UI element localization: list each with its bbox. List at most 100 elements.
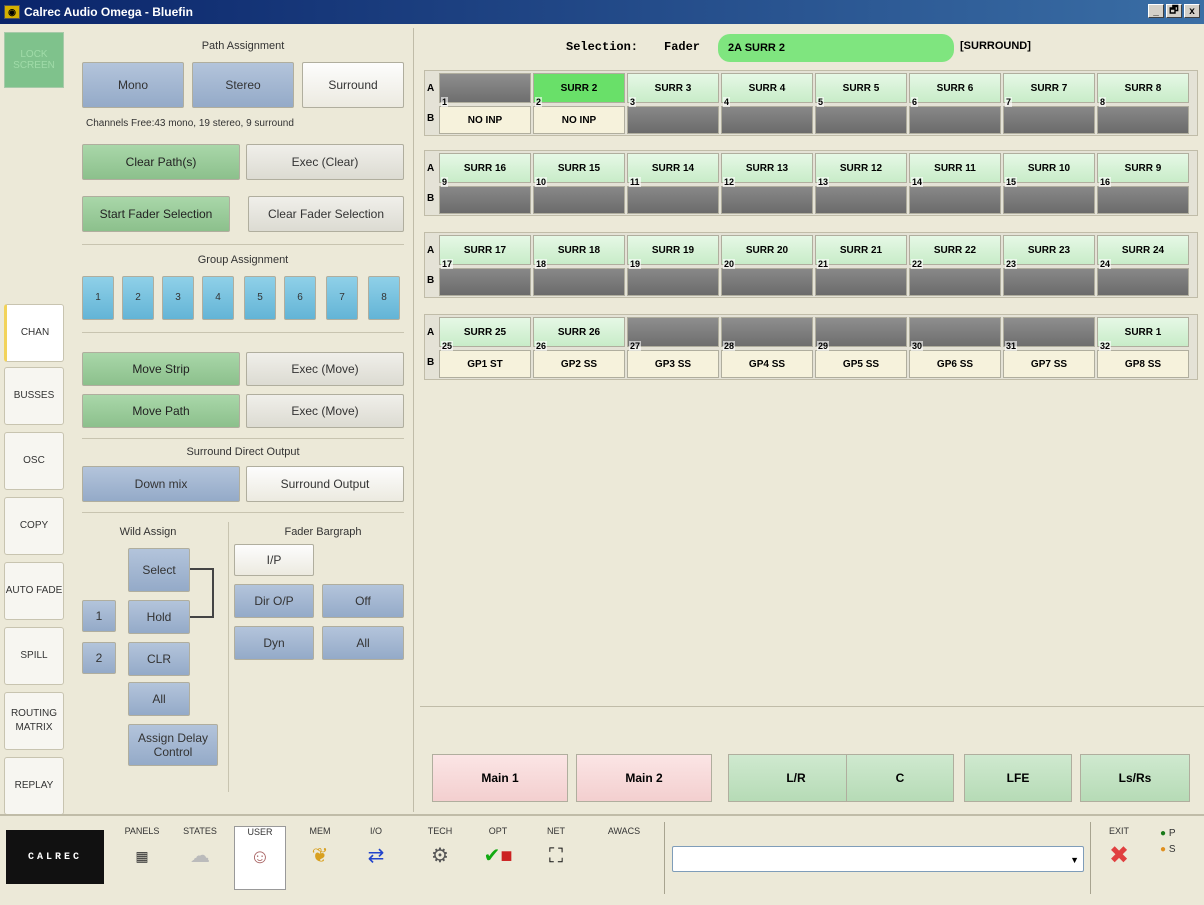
- group-8-button[interactable]: 8: [368, 276, 400, 320]
- group-5-button[interactable]: 5: [244, 276, 276, 320]
- fader-cell[interactable]: SURR 25 GP1 ST 25: [439, 317, 531, 379]
- lock-screen-button[interactable]: LOCK SCREEN: [4, 32, 64, 88]
- fader-cell[interactable]: SURR 20 20: [721, 235, 813, 297]
- fader-cell[interactable]: SURR 44: [721, 73, 813, 135]
- wild-select-button[interactable]: Select: [128, 548, 190, 592]
- fader-cell[interactable]: GP3 SS 27: [627, 317, 719, 379]
- fader-b-label[interactable]: [909, 268, 1001, 296]
- tab-replay[interactable]: REPLAY: [4, 757, 64, 815]
- fader-cell[interactable]: SURR 10 15: [1003, 153, 1095, 215]
- fader-a-label[interactable]: SURR 8: [1097, 73, 1189, 103]
- wild-clr-button[interactable]: CLR: [128, 642, 190, 676]
- clear-paths-button[interactable]: Clear Path(s): [82, 144, 240, 180]
- fader-b-label[interactable]: [721, 186, 813, 214]
- fader-b-label[interactable]: [533, 268, 625, 296]
- stereo-button[interactable]: Stereo: [192, 62, 294, 108]
- fader-cell[interactable]: SURR 21 21: [815, 235, 907, 297]
- fader-cell[interactable]: SURR 13 12: [721, 153, 813, 215]
- fader-cell[interactable]: SURR 14 11: [627, 153, 719, 215]
- wild-1-button[interactable]: 1: [82, 600, 116, 632]
- fader-b-label[interactable]: [815, 268, 907, 296]
- fader-b-label[interactable]: [439, 268, 531, 296]
- opt-button[interactable]: OPT ✔■: [472, 826, 524, 890]
- fader-b-label[interactable]: [1097, 268, 1189, 296]
- group-3-button[interactable]: 3: [162, 276, 194, 320]
- tab-spill[interactable]: SPILL: [4, 627, 64, 685]
- wild-2-button[interactable]: 2: [82, 642, 116, 674]
- fader-cell[interactable]: GP4 SS 28: [721, 317, 813, 379]
- fader-cell[interactable]: SURR 17 17: [439, 235, 531, 297]
- wild-all-button[interactable]: All: [128, 682, 190, 716]
- fader-cell[interactable]: SURR 22 22: [909, 235, 1001, 297]
- fader-a-label[interactable]: SURR 4: [721, 73, 813, 103]
- fader-cell[interactable]: SURR 12 13: [815, 153, 907, 215]
- fader-cell[interactable]: SURR 23 23: [1003, 235, 1095, 297]
- fader-cell[interactable]: GP7 SS 31: [1003, 317, 1095, 379]
- minimize-button[interactable]: _: [1148, 4, 1164, 18]
- group-7-button[interactable]: 7: [326, 276, 358, 320]
- fader-cell[interactable]: SURR 55: [815, 73, 907, 135]
- fader-a-label[interactable]: SURR 2: [533, 73, 625, 103]
- fader-b-label[interactable]: [627, 186, 719, 214]
- fader-b-label[interactable]: [1003, 186, 1095, 214]
- output-lsrs-button[interactable]: Ls/Rs: [1080, 754, 1190, 802]
- group-1-button[interactable]: 1: [82, 276, 114, 320]
- fader-b-label[interactable]: [1097, 186, 1189, 214]
- exec-clear-button[interactable]: Exec (Clear): [246, 144, 404, 180]
- bargraph-dir-op-button[interactable]: Dir O/P: [234, 584, 314, 618]
- fader-cell[interactable]: SURR 9 16: [1097, 153, 1189, 215]
- down-mix-button[interactable]: Down mix: [82, 466, 240, 502]
- start-fader-selection-button[interactable]: Start Fader Selection: [82, 196, 230, 232]
- fader-b-label[interactable]: GP7 SS: [1003, 350, 1095, 378]
- fader-b-label[interactable]: [1003, 268, 1095, 296]
- fader-b-label[interactable]: GP1 ST: [439, 350, 531, 378]
- fader-b-label[interactable]: GP2 SS: [533, 350, 625, 378]
- exit-button[interactable]: EXIT ✖: [1096, 826, 1142, 890]
- output-main-2-button[interactable]: Main 2: [576, 754, 712, 802]
- fader-b-label[interactable]: [627, 106, 719, 134]
- close-button[interactable]: x: [1184, 4, 1200, 18]
- fader-cell[interactable]: SURR 26 GP2 SS 26: [533, 317, 625, 379]
- fader-cell[interactable]: SURR 18 18: [533, 235, 625, 297]
- fader-cell[interactable]: SURR 11 14: [909, 153, 1001, 215]
- fader-cell[interactable]: SURR 16 9: [439, 153, 531, 215]
- tab-busses[interactable]: BUSSES: [4, 367, 64, 425]
- fader-a-label[interactable]: SURR 7: [1003, 73, 1095, 103]
- fader-b-label[interactable]: [721, 106, 813, 134]
- fader-cell[interactable]: SURR 2 NO INP 2: [533, 73, 625, 135]
- group-2-button[interactable]: 2: [122, 276, 154, 320]
- fader-b-label[interactable]: GP5 SS: [815, 350, 907, 378]
- fader-b-label[interactable]: [627, 268, 719, 296]
- exec-move-path-button[interactable]: Exec (Move): [246, 394, 404, 428]
- fader-a-label[interactable]: SURR 3: [627, 73, 719, 103]
- tab-copy[interactable]: COPY: [4, 497, 64, 555]
- fader-b-label[interactable]: GP8 SS: [1097, 350, 1189, 378]
- fader-a-label[interactable]: SURR 14: [627, 153, 719, 183]
- fader-a-label[interactable]: SURR 5: [815, 73, 907, 103]
- bargraph-all-button[interactable]: All: [322, 626, 404, 660]
- states-button[interactable]: STATES ☁: [174, 826, 226, 890]
- tech-button[interactable]: TECH ⚙: [414, 826, 466, 890]
- awacs-button[interactable]: AWACS: [598, 826, 650, 890]
- assign-delay-control-button[interactable]: Assign Delay Control: [128, 724, 218, 766]
- fader-b-label[interactable]: [533, 186, 625, 214]
- surround-output-button[interactable]: Surround Output: [246, 466, 404, 502]
- group-6-button[interactable]: 6: [284, 276, 316, 320]
- bargraph-off-button[interactable]: Off: [322, 584, 404, 618]
- fader-cell[interactable]: GP6 SS 30: [909, 317, 1001, 379]
- fader-b-label[interactable]: NO INP: [533, 106, 625, 134]
- fader-b-label[interactable]: GP6 SS: [909, 350, 1001, 378]
- move-path-button[interactable]: Move Path: [82, 394, 240, 428]
- fader-b-label[interactable]: [909, 106, 1001, 134]
- fader-cell[interactable]: SURR 88: [1097, 73, 1189, 135]
- output-lr-button[interactable]: L/R: [728, 754, 864, 802]
- fader-b-label[interactable]: [815, 186, 907, 214]
- fader-cell[interactable]: NO INP 1: [439, 73, 531, 135]
- io-button[interactable]: I/O ⇄: [350, 826, 402, 890]
- fader-cell[interactable]: SURR 1 GP8 SS 32: [1097, 317, 1189, 379]
- fader-cell[interactable]: GP5 SS 29: [815, 317, 907, 379]
- mono-button[interactable]: Mono: [82, 62, 184, 108]
- group-4-button[interactable]: 4: [202, 276, 234, 320]
- panels-button[interactable]: PANELS ▦: [116, 826, 168, 890]
- fader-cell[interactable]: SURR 19 19: [627, 235, 719, 297]
